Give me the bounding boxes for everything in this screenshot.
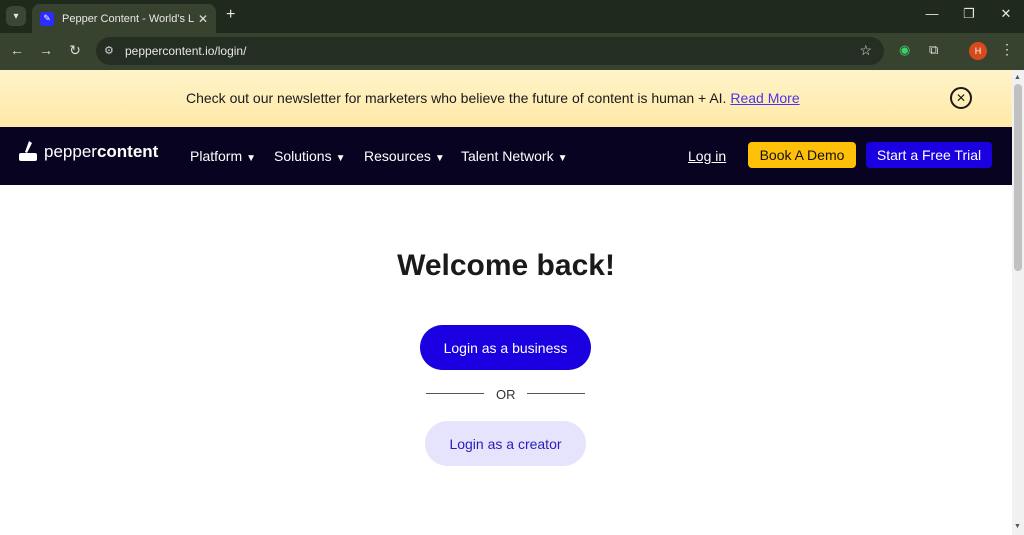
- forward-icon[interactable]: →: [37, 42, 55, 58]
- login-creator-button[interactable]: Login as a creator: [425, 421, 586, 466]
- browser-tab-bar: ▾ ✎ Pepper Content - World's Large ✕ + —…: [0, 0, 1024, 33]
- nav-resources[interactable]: Resources ▼: [364, 148, 445, 164]
- nav-platform[interactable]: Platform ▼: [190, 148, 256, 164]
- new-tab-button[interactable]: +: [226, 6, 235, 24]
- site-navbar: peppercontent Platform ▼ Solutions ▼ Resou…: [0, 127, 1012, 185]
- menu-icon[interactable]: ⋮: [1000, 41, 1014, 58]
- browser-tab[interactable]: ✎ Pepper Content - World's Large ✕: [32, 4, 216, 33]
- read-more-link[interactable]: Read More: [730, 90, 799, 106]
- browser-toolbar: ← → ↻ ⚙ peppercontent.io/login/ ☆ ◉ ⧉ H …: [0, 33, 1024, 70]
- reload-icon[interactable]: ↻: [66, 42, 84, 59]
- favicon-icon: ✎: [40, 11, 54, 26]
- page-title: Welcome back!: [397, 249, 615, 282]
- scroll-up-icon[interactable]: ▲: [1014, 74, 1021, 81]
- scroll-down-icon[interactable]: ▼: [1014, 523, 1021, 530]
- nav-solutions[interactable]: Solutions ▼: [274, 148, 346, 164]
- puzzle-icon[interactable]: ⧉: [929, 42, 938, 58]
- pen-logo-icon: [19, 141, 37, 161]
- divider-right: [527, 393, 585, 394]
- restore-icon[interactable]: ❐: [959, 6, 979, 22]
- nav-talent-network[interactable]: Talent Network ▼: [461, 148, 568, 164]
- login-link[interactable]: Log in: [688, 148, 726, 164]
- chevron-down-icon: ▼: [246, 153, 257, 164]
- star-icon[interactable]: ☆: [859, 42, 872, 59]
- chevron-down-icon: ▼: [335, 153, 346, 164]
- announcement-banner: Check out our newsletter for marketers w…: [0, 70, 1012, 127]
- window-close-icon[interactable]: ✕: [996, 6, 1016, 22]
- chevron-down-icon: ▼: [434, 153, 445, 164]
- divider-left: [426, 393, 484, 394]
- tab-close-icon[interactable]: ✕: [198, 12, 208, 26]
- page-scrollbar[interactable]: ▲ ▼: [1012, 70, 1024, 535]
- login-business-button[interactable]: Login as a business: [420, 325, 591, 370]
- announcement-text: Check out our newsletter for marketers w…: [186, 90, 800, 106]
- site-info-icon[interactable]: ⚙: [104, 44, 114, 57]
- logo-text: peppercontent: [44, 142, 159, 161]
- back-icon[interactable]: ←: [8, 42, 26, 58]
- avatar[interactable]: H: [969, 42, 987, 60]
- or-separator: OR: [496, 387, 516, 402]
- url-text[interactable]: peppercontent.io/login/: [125, 44, 246, 58]
- close-icon[interactable]: ✕: [950, 87, 972, 109]
- extension-icon[interactable]: ◉: [899, 42, 910, 58]
- tab-title: Pepper Content - World's Large: [62, 12, 194, 25]
- scroll-thumb[interactable]: [1014, 84, 1022, 271]
- minimize-icon[interactable]: —: [922, 6, 942, 21]
- address-bar[interactable]: ⚙ peppercontent.io/login/ ☆: [96, 37, 884, 65]
- book-demo-button[interactable]: Book A Demo: [748, 142, 856, 168]
- chevron-down-icon: ▼: [557, 153, 568, 164]
- tab-search-icon[interactable]: ▾: [6, 6, 26, 26]
- free-trial-button[interactable]: Start a Free Trial: [866, 142, 992, 168]
- logo[interactable]: peppercontent: [18, 140, 158, 164]
